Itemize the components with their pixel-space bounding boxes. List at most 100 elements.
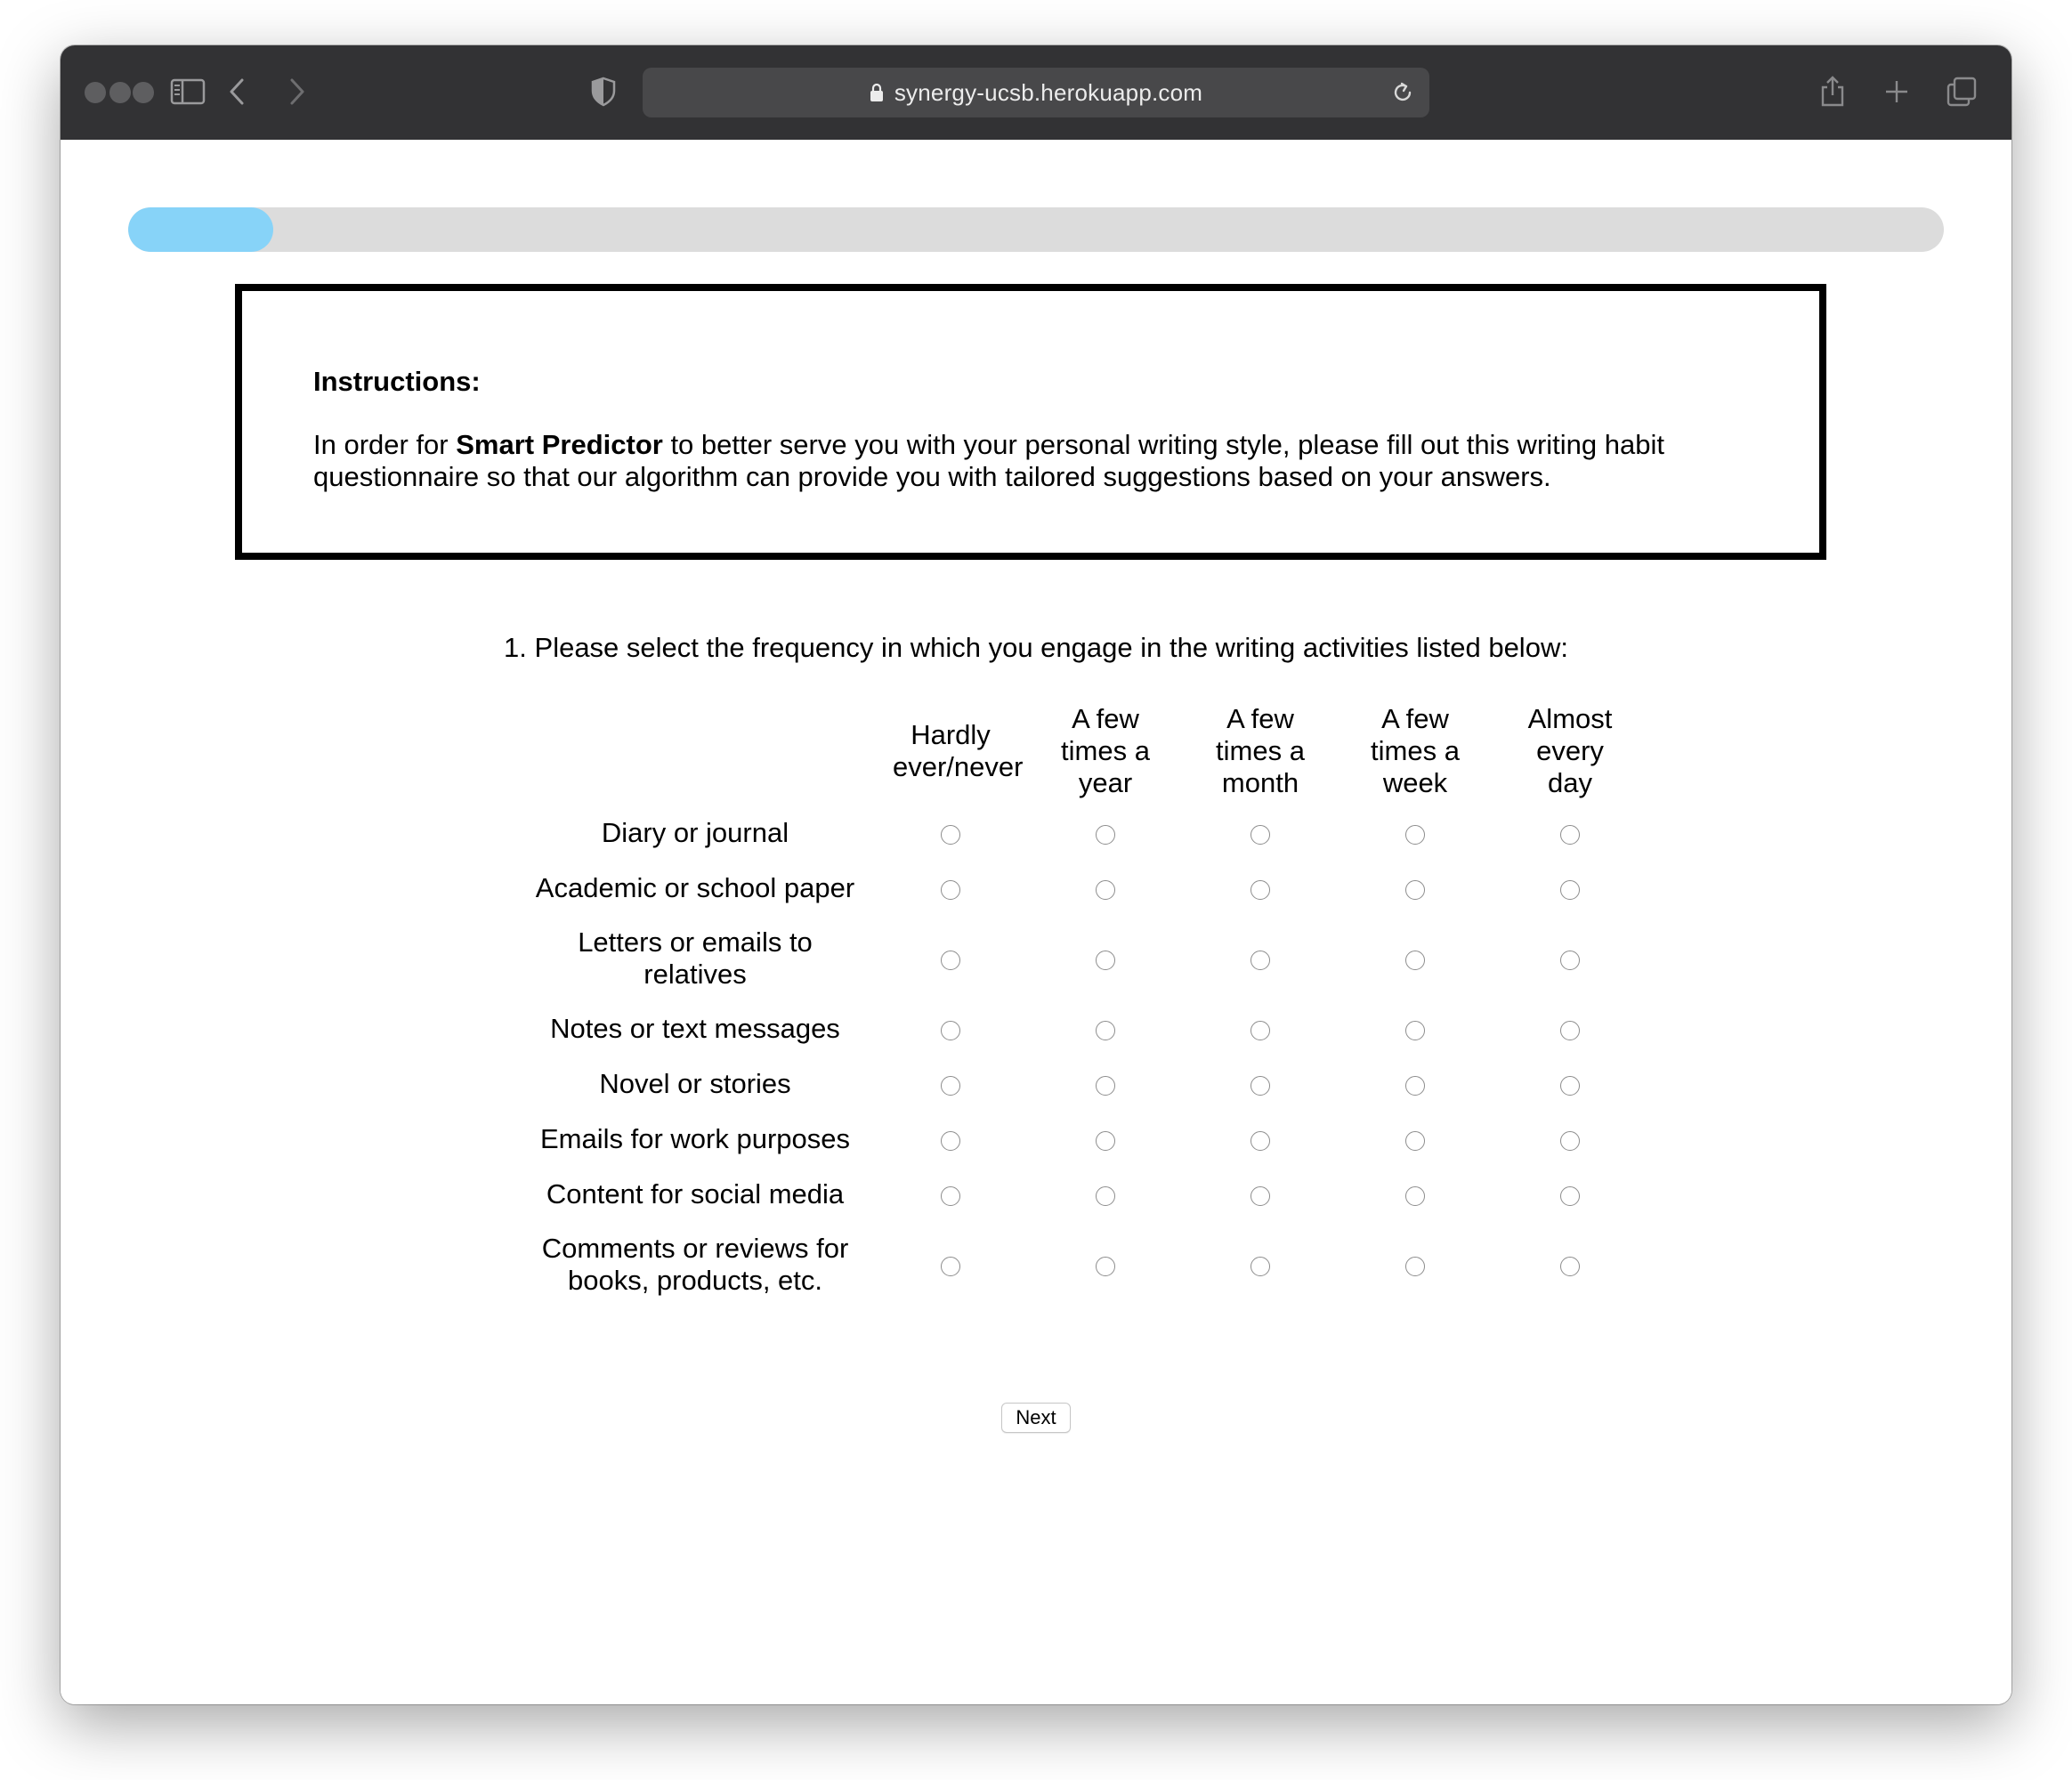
frequency-radio[interactable] — [941, 1256, 960, 1276]
url-text: synergy-ucsb.herokuapp.com — [894, 78, 1203, 106]
radio-cell — [1493, 861, 1647, 916]
radio-cell — [873, 1222, 1028, 1307]
next-button[interactable]: Next — [1001, 1403, 1071, 1433]
activity-label: Diary or journal — [517, 805, 873, 861]
activity-label-text: Emails for work purposes — [539, 1123, 850, 1154]
matrix-row: Academic or school paper — [517, 861, 1647, 916]
frequency-radio[interactable] — [1096, 950, 1115, 970]
frequency-radio[interactable] — [1250, 879, 1270, 900]
frequency-radio[interactable] — [1560, 1020, 1580, 1040]
frequency-radio[interactable] — [1560, 1075, 1580, 1096]
frequency-radio[interactable] — [1405, 1130, 1425, 1151]
frequency-radio[interactable] — [941, 824, 960, 845]
frequency-radio[interactable] — [1560, 1130, 1580, 1151]
matrix-row: Notes or text messages — [517, 1001, 1647, 1056]
frequency-radio[interactable] — [1250, 1130, 1270, 1151]
frequency-radio[interactable] — [1250, 1185, 1270, 1206]
radio-cell — [1493, 1056, 1647, 1112]
frequency-radio[interactable] — [1250, 824, 1270, 845]
matrix-row: Novel or stories — [517, 1056, 1647, 1112]
frequency-radio[interactable] — [1560, 1185, 1580, 1206]
radio-cell — [1493, 1167, 1647, 1222]
matrix-row: Diary or journal — [517, 805, 1647, 861]
minimize-window-button[interactable] — [109, 82, 131, 103]
frequency-radio[interactable] — [1405, 1075, 1425, 1096]
frequency-radio[interactable] — [1250, 950, 1270, 970]
frequency-radio[interactable] — [1405, 1256, 1425, 1276]
option-header-label: A few times a month — [1216, 703, 1305, 798]
radio-cell — [1493, 805, 1647, 861]
tab-overview-icon[interactable] — [1942, 72, 1981, 111]
radio-cell — [873, 1001, 1028, 1056]
radio-cell — [1183, 916, 1338, 1001]
frequency-radio[interactable] — [1560, 824, 1580, 845]
activity-label: Letters or emails to relatives — [517, 916, 873, 1001]
radio-cell — [1183, 805, 1338, 861]
privacy-shield-icon[interactable] — [584, 72, 623, 111]
radio-cell — [1493, 916, 1647, 1001]
frequency-radio[interactable] — [1560, 879, 1580, 900]
progress-bar — [128, 207, 1944, 252]
frequency-matrix: Hardly ever/never A few times a year A few… — [517, 697, 1647, 1307]
frequency-radio[interactable] — [941, 950, 960, 970]
radio-cell — [1028, 1167, 1183, 1222]
instructions-body-prefix: In order for — [313, 429, 457, 460]
frequency-radio[interactable] — [941, 1020, 960, 1040]
browser-toolbar: synergy-ucsb.herokuapp.com — [61, 45, 2011, 141]
radio-cell — [1338, 916, 1493, 1001]
frequency-radio[interactable] — [1250, 1020, 1270, 1040]
option-header-label: Hardly ever/never — [893, 719, 1024, 782]
new-tab-icon[interactable] — [1877, 72, 1916, 111]
activity-label: Emails for work purposes — [517, 1112, 873, 1167]
matrix-row: Content for social media — [517, 1167, 1647, 1222]
radio-cell — [1183, 1222, 1338, 1307]
activity-label: Comments or reviews for books, products,… — [517, 1222, 873, 1307]
frequency-radio[interactable] — [1405, 950, 1425, 970]
option-header: A few times a week — [1338, 697, 1493, 805]
matrix-row: Comments or reviews for books, products,… — [517, 1222, 1647, 1307]
radio-cell — [873, 861, 1028, 916]
radio-cell — [1493, 1222, 1647, 1307]
frequency-radio[interactable] — [1250, 1256, 1270, 1276]
zoom-window-button[interactable] — [133, 82, 154, 103]
frequency-radio[interactable] — [1096, 1075, 1115, 1096]
frequency-radio[interactable] — [1560, 1256, 1580, 1276]
frequency-radio[interactable] — [941, 1130, 960, 1151]
frequency-radio[interactable] — [1405, 824, 1425, 845]
radio-cell — [873, 1056, 1028, 1112]
frequency-radio[interactable] — [941, 1075, 960, 1096]
frequency-radio[interactable] — [1250, 1075, 1270, 1096]
matrix-header-row: Hardly ever/never A few times a year A few… — [517, 697, 1647, 805]
sidebar-icon[interactable] — [168, 72, 207, 111]
frequency-radio[interactable] — [941, 879, 960, 900]
activity-label-text: Academic or school paper — [535, 872, 855, 903]
radio-cell — [1183, 1112, 1338, 1167]
frequency-radio[interactable] — [1096, 1020, 1115, 1040]
matrix-row: Emails for work purposes — [517, 1112, 1647, 1167]
frequency-radio[interactable] — [941, 1185, 960, 1206]
radio-cell — [873, 805, 1028, 861]
radio-cell — [1338, 1001, 1493, 1056]
option-header: A few times a year — [1028, 697, 1183, 805]
radio-cell — [1338, 1112, 1493, 1167]
share-icon[interactable] — [1813, 72, 1852, 111]
frequency-radio[interactable] — [1096, 879, 1115, 900]
frequency-radio[interactable] — [1405, 879, 1425, 900]
lock-icon — [870, 83, 884, 102]
back-icon[interactable] — [217, 72, 256, 111]
frequency-radio[interactable] — [1096, 1130, 1115, 1151]
frequency-radio[interactable] — [1096, 1256, 1115, 1276]
reload-icon[interactable] — [1388, 78, 1417, 107]
radio-cell — [1183, 1001, 1338, 1056]
option-header-label: A few times a year — [1061, 703, 1150, 798]
address-bar[interactable]: synergy-ucsb.herokuapp.com — [643, 68, 1429, 117]
frequency-radio[interactable] — [1096, 1185, 1115, 1206]
close-window-button[interactable] — [85, 82, 106, 103]
frequency-radio[interactable] — [1096, 824, 1115, 845]
frequency-radio[interactable] — [1405, 1185, 1425, 1206]
forward-icon[interactable] — [278, 72, 317, 111]
frequency-radio[interactable] — [1405, 1020, 1425, 1040]
frequency-radio[interactable] — [1560, 950, 1580, 970]
radio-cell — [873, 916, 1028, 1001]
activity-label: Content for social media — [517, 1167, 873, 1222]
